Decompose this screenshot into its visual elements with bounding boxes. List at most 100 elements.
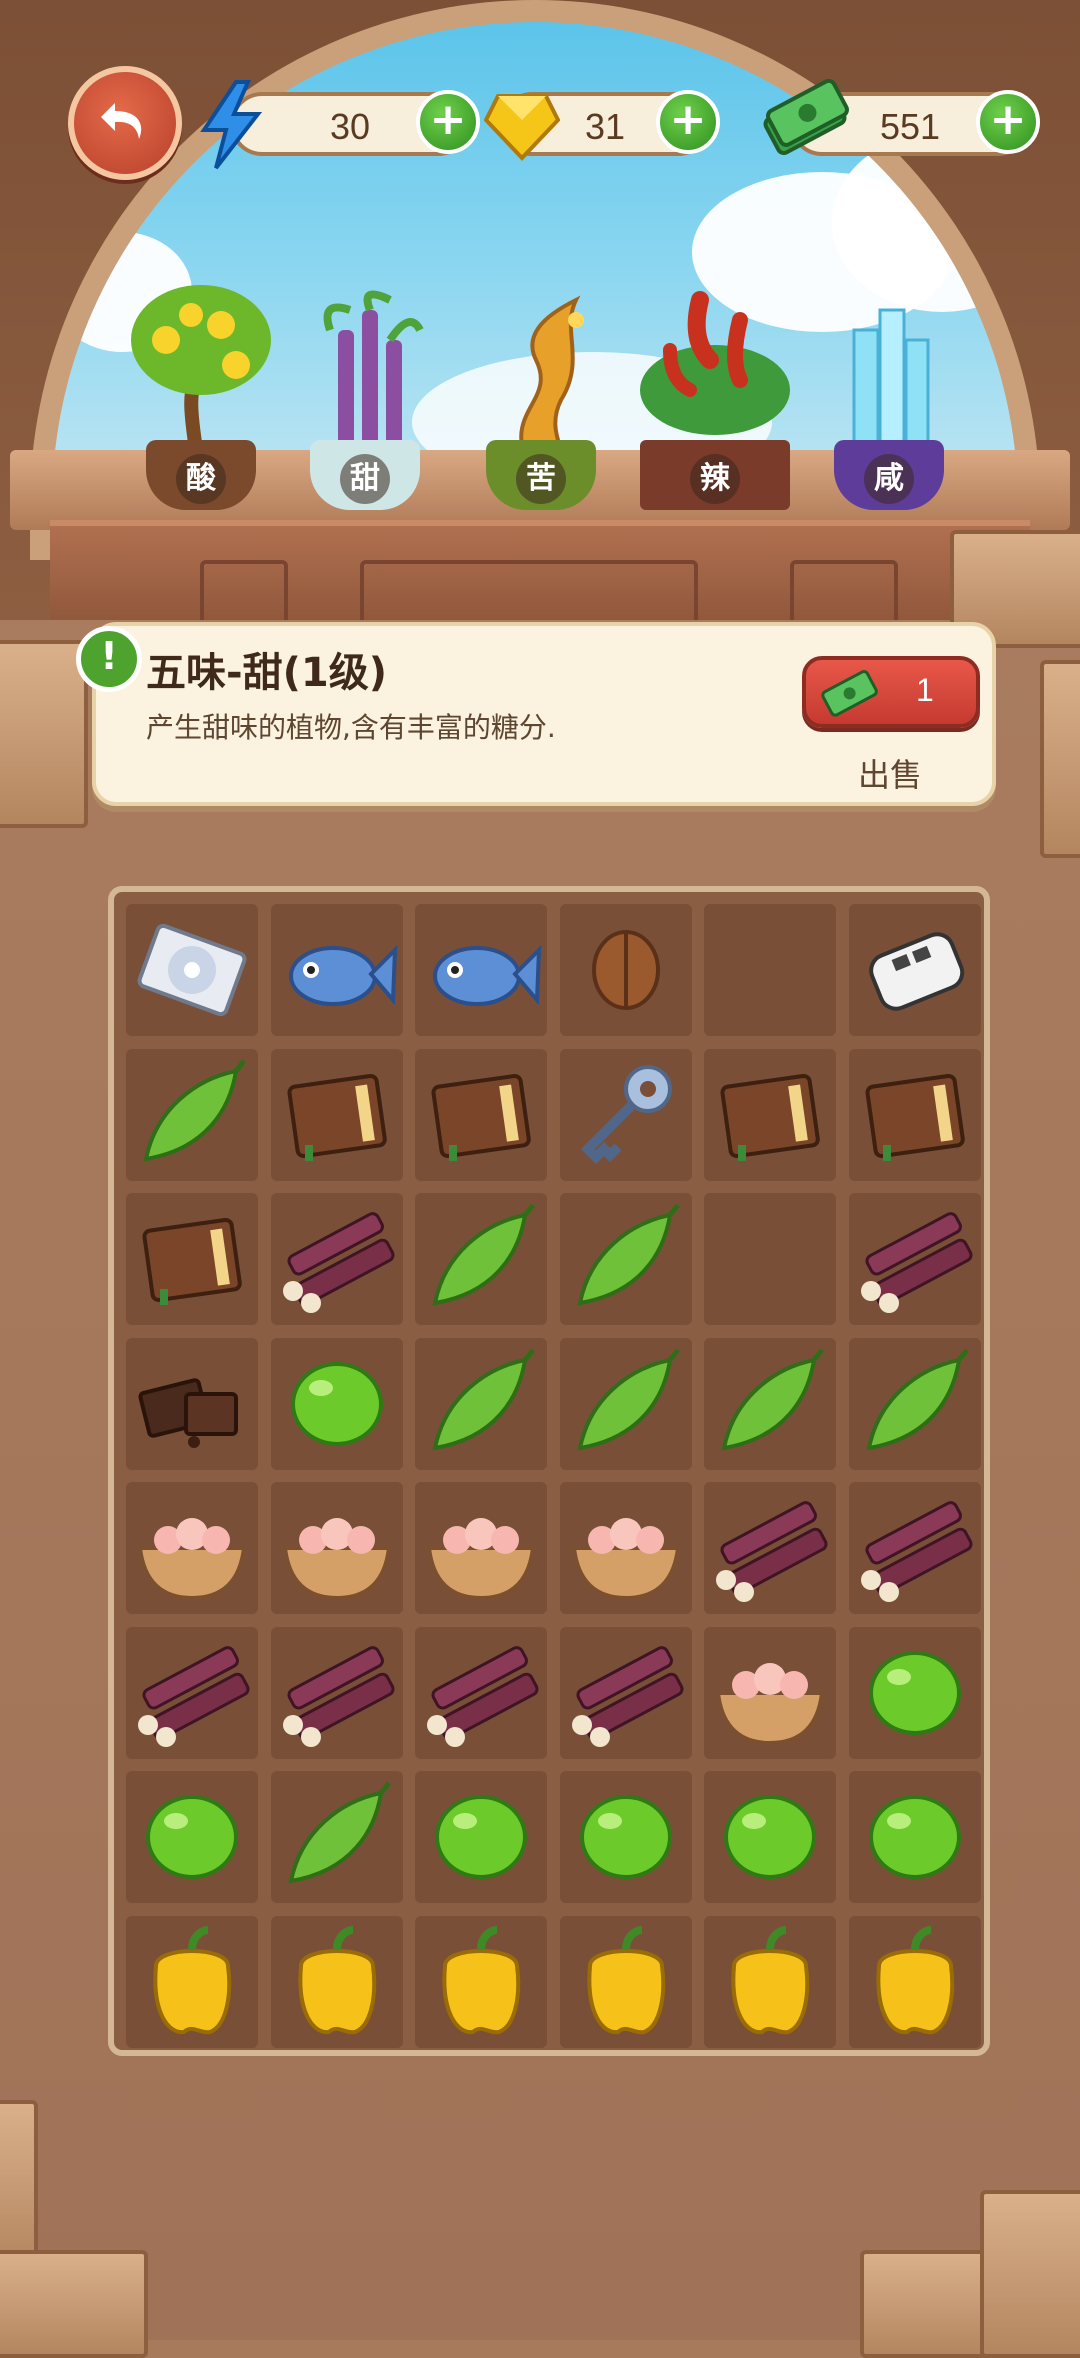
crate <box>980 2190 1080 2358</box>
grid-cell[interactable] <box>270 1193 403 1325</box>
grid-cell[interactable] <box>848 1048 981 1181</box>
lightning-icon <box>200 80 263 170</box>
grid-cell[interactable] <box>848 1337 981 1470</box>
lime-icon <box>435 1795 527 1879</box>
grid-cell[interactable] <box>415 904 547 1036</box>
grid-cell[interactable] <box>415 1482 547 1614</box>
counter-panel <box>360 560 698 628</box>
plant-label: 咸 <box>864 454 914 504</box>
fish-icon <box>433 944 542 1006</box>
counter-panel <box>200 560 288 628</box>
grid-cell[interactable] <box>270 904 403 1036</box>
grid-cell[interactable] <box>415 1626 547 1759</box>
grid-cell[interactable] <box>270 1482 403 1614</box>
grid-cell[interactable] <box>704 1048 836 1181</box>
grid-cell[interactable] <box>559 904 692 1036</box>
back-button[interactable] <box>68 66 182 180</box>
grid-cell[interactable] <box>270 1771 403 1903</box>
grid-cell[interactable] <box>704 1337 836 1470</box>
grid-cell[interactable] <box>415 1193 547 1325</box>
bitter-melon-icon <box>576 1203 680 1306</box>
bell-pepper-icon <box>442 1925 521 2034</box>
energy-counter: 30 + <box>230 90 480 156</box>
grid-cell[interactable] <box>126 1626 258 1759</box>
sugarcane-icon <box>860 1212 973 1313</box>
walnut-icon <box>591 930 660 1010</box>
plant-sweet[interactable]: 甜 <box>290 270 440 510</box>
grid-cell[interactable] <box>270 1915 403 2048</box>
grid-cell[interactable] <box>126 1193 258 1325</box>
grid-cell[interactable] <box>704 1771 836 1903</box>
grid-cell[interactable] <box>559 1337 692 1470</box>
gem-icon <box>484 94 560 161</box>
sugarcane-plant-icon <box>323 290 424 460</box>
sell-label: 出售 <box>858 756 923 794</box>
plant-label: 苦 <box>516 454 566 504</box>
add-cash-button[interactable]: + <box>976 90 1040 154</box>
empty-grid-cell[interactable] <box>704 1193 836 1325</box>
add-gems-button[interactable]: + <box>656 90 720 154</box>
grid-cell[interactable] <box>848 1771 981 1903</box>
grid-cell[interactable] <box>704 1915 836 2048</box>
grid-cell[interactable] <box>270 1337 403 1470</box>
counter-panel <box>790 560 898 628</box>
grid-cell[interactable] <box>848 1915 981 2048</box>
grid-cell[interactable] <box>559 1482 692 1614</box>
grid-cell[interactable] <box>415 1915 547 2048</box>
grid-cell[interactable] <box>126 1771 258 1903</box>
grid-cell[interactable] <box>126 1337 258 1470</box>
grid-cell[interactable] <box>704 1482 836 1614</box>
info-icon: ! <box>76 626 142 692</box>
lime-icon <box>868 1650 961 1735</box>
bitter-melon-icon <box>865 1347 969 1450</box>
crate <box>0 2250 148 2358</box>
grid-cell[interactable] <box>415 1771 547 1903</box>
grid-cell[interactable] <box>704 1626 836 1759</box>
empty-grid-cell[interactable] <box>704 904 836 1036</box>
lime-icon <box>724 1795 816 1879</box>
plant-spicy[interactable]: 辣 <box>630 270 800 510</box>
plant-bitter[interactable]: 苦 <box>466 270 616 510</box>
crate <box>1040 660 1080 858</box>
plant-salty[interactable]: 咸 <box>814 270 964 510</box>
grid-cell[interactable] <box>848 1626 981 1759</box>
bitter-melon-icon <box>432 1347 535 1450</box>
grid-cell[interactable] <box>270 1626 403 1759</box>
cash-icon <box>821 670 878 717</box>
lime-icon <box>579 1795 672 1879</box>
sell-button[interactable]: 1 <box>802 656 980 728</box>
grid-cell[interactable] <box>415 1337 547 1470</box>
salt-crystal-icon <box>852 308 930 452</box>
grid-cell[interactable] <box>126 1048 258 1181</box>
bitter-melon-icon <box>432 1203 535 1306</box>
book-icon <box>286 1073 387 1161</box>
car-key-icon <box>868 932 964 1011</box>
merge-grid <box>108 886 990 2056</box>
bell-pepper-icon <box>731 1925 810 2034</box>
grid-cell[interactable] <box>270 1048 403 1181</box>
grid-cell[interactable] <box>559 1771 692 1903</box>
grid-cell[interactable] <box>126 904 258 1036</box>
grid-cell[interactable] <box>559 1193 692 1325</box>
golden-root-icon <box>519 295 584 460</box>
plant-sour[interactable]: 酸 <box>126 270 276 510</box>
cash-icon <box>763 78 849 156</box>
grid-cell[interactable] <box>848 1482 981 1614</box>
book-icon <box>720 1073 820 1161</box>
grid-cell[interactable] <box>559 1915 692 2048</box>
bitter-melon-icon <box>721 1347 824 1450</box>
plant-label: 甜 <box>340 454 390 504</box>
grid-cell[interactable] <box>126 1482 258 1614</box>
grid-cell[interactable] <box>126 1915 258 2048</box>
add-energy-button[interactable]: + <box>416 90 480 154</box>
salt-bowl-icon <box>715 1662 825 1745</box>
grid-cell[interactable] <box>848 904 981 1036</box>
grid-cell[interactable] <box>415 1048 547 1181</box>
grid-cell[interactable] <box>559 1626 692 1759</box>
bell-pepper-icon <box>875 1925 954 2034</box>
fish-icon <box>288 944 397 1006</box>
bitter-melon-icon <box>287 1781 391 1884</box>
grid-cell[interactable] <box>559 1048 692 1181</box>
grid-cell[interactable] <box>848 1193 981 1325</box>
item-info-panel: ! 五味-甜(1级) 产生甜味的植物,含有丰富的糖分. 1 出售 <box>76 622 996 806</box>
